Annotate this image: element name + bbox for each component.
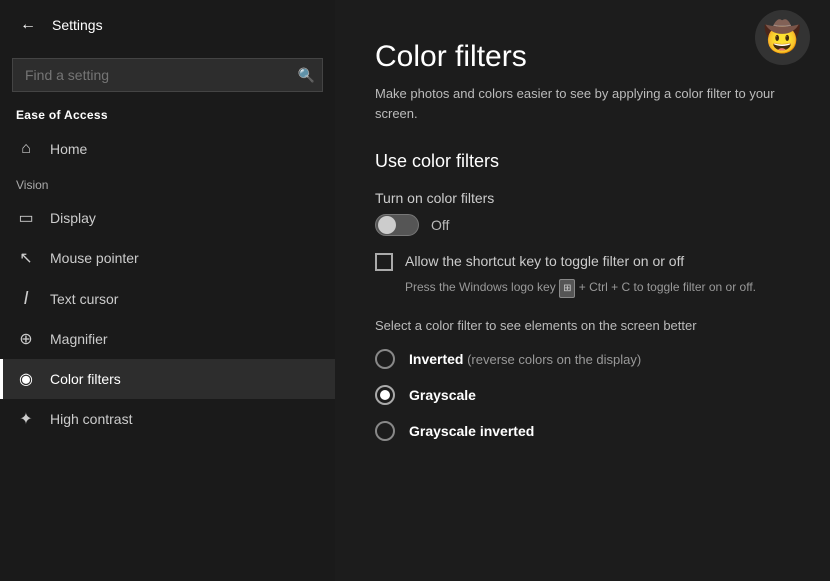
filter-select-label: Select a color filter to see elements on…	[375, 318, 790, 333]
sidebar-item-high-contrast[interactable]: ✦ High contrast	[0, 399, 335, 439]
back-button[interactable]: ←	[16, 12, 40, 38]
ease-of-access-label: Ease of Access	[0, 104, 335, 130]
sidebar-item-home[interactable]: ⌂ Home	[0, 130, 335, 168]
filter-option-grayscale-inverted[interactable]: Grayscale inverted	[375, 421, 790, 441]
sidebar-item-mouse-pointer[interactable]: ↖ Mouse pointer	[0, 238, 335, 278]
shortcut-hint: Press the Windows logo key ⊞ + Ctrl + C …	[405, 278, 790, 298]
page-description: Make photos and colors easier to see by …	[375, 84, 790, 123]
back-icon: ←	[20, 16, 36, 34]
windows-key-icon: ⊞	[559, 279, 575, 298]
filter-label-grayscale: Grayscale	[409, 387, 476, 403]
sidebar-item-label: High contrast	[50, 411, 132, 427]
app-title: Settings	[52, 17, 103, 33]
sidebar-item-label: Magnifier	[50, 331, 108, 347]
sidebar-item-label: Text cursor	[50, 291, 118, 307]
sidebar-item-label: Display	[50, 210, 96, 226]
filter-option-inverted[interactable]: Inverted (reverse colors on the display)	[375, 349, 790, 369]
display-icon: ▭	[16, 208, 36, 228]
toggle-label: Turn on color filters	[375, 190, 790, 206]
search-input[interactable]	[12, 58, 323, 92]
shortcut-checkbox-label: Allow the shortcut key to toggle filter …	[405, 252, 684, 272]
filter-option-grayscale[interactable]: Grayscale	[375, 385, 790, 405]
text-cursor-icon: I	[16, 288, 36, 309]
use-color-filters-heading: Use color filters	[375, 151, 790, 172]
color-filters-toggle[interactable]	[375, 214, 419, 236]
color-filters-icon: ◉	[16, 369, 36, 389]
sidebar-item-label: Home	[50, 141, 87, 157]
sidebar-item-label: Mouse pointer	[50, 250, 139, 266]
vision-section-label: Vision	[0, 168, 335, 198]
sidebar-item-color-filters[interactable]: ◉ Color filters	[0, 359, 335, 399]
radio-grayscale	[375, 385, 395, 405]
sidebar-item-text-cursor[interactable]: I Text cursor	[0, 278, 335, 319]
sidebar: ← Settings 🔍 Ease of Access ⌂ Home Visio…	[0, 0, 335, 581]
title-bar: ← Settings	[0, 0, 335, 50]
radio-grayscale-inverted	[375, 421, 395, 441]
high-contrast-icon: ✦	[16, 409, 36, 429]
search-icon-button[interactable]: 🔍	[298, 67, 315, 84]
avatar: 🤠	[755, 10, 810, 65]
shortcut-checkbox[interactable]	[375, 253, 393, 271]
sidebar-item-magnifier[interactable]: ⊕ Magnifier	[0, 319, 335, 359]
avatar-emoji: 🤠	[764, 20, 801, 55]
toggle-knob	[378, 216, 396, 234]
main-content: 🤠 Color filters Make photos and colors e…	[335, 0, 830, 581]
filter-label-inverted: Inverted (reverse colors on the display)	[409, 351, 641, 367]
home-icon: ⌂	[16, 140, 36, 158]
magnifier-icon: ⊕	[16, 329, 36, 349]
radio-inverted	[375, 349, 395, 369]
search-bar: 🔍	[12, 58, 323, 92]
sidebar-item-display[interactable]: ▭ Display	[0, 198, 335, 238]
filter-label-grayscale-inverted: Grayscale inverted	[409, 423, 534, 439]
sidebar-item-label: Color filters	[50, 371, 121, 387]
toggle-state-label: Off	[431, 217, 449, 233]
mouse-pointer-icon: ↖	[16, 248, 36, 268]
search-icon: 🔍	[298, 67, 315, 83]
page-title: Color filters	[375, 40, 790, 74]
toggle-switch-row: Off	[375, 214, 790, 236]
shortcut-checkbox-row: Allow the shortcut key to toggle filter …	[375, 252, 790, 272]
